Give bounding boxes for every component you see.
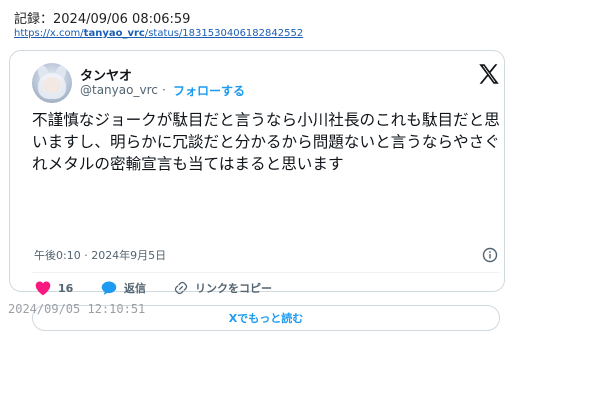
heart-icon <box>35 281 51 296</box>
url-user: tanyao_vrc <box>83 28 145 39</box>
avatar[interactable] <box>32 63 72 103</box>
handle-separator: · <box>162 83 166 97</box>
embedded-tweet-card: タンヤオ @tanyao_vrc · フォローする 不謹慎なジョークが駄目だと言… <box>9 50 505 331</box>
copy-link-button[interactable]: リンクをコピー <box>173 280 272 296</box>
follow-button[interactable]: フォローする <box>173 82 245 99</box>
speech-bubble-icon <box>101 281 117 295</box>
author-handle[interactable]: @tanyao_vrc <box>80 83 158 97</box>
avatar-face <box>43 77 61 93</box>
divider <box>32 272 500 273</box>
saved-time: 2024/09/05 12:10:51 <box>8 302 146 316</box>
author-name[interactable]: タンヤオ <box>80 65 132 84</box>
info-icon[interactable] <box>482 247 498 263</box>
x-logo-icon[interactable] <box>476 61 502 87</box>
tweet-source-link[interactable]: https://x.com/tanyao_vrc/status/18315304… <box>14 28 303 39</box>
tweet-text: 不謹慎なジョークが駄目だと言うなら小川社長のこれも駄目だと思いますし、明らかに冗… <box>32 111 500 173</box>
record-timestamp: 記録：2024/09/06 08:06:59 <box>14 12 191 27</box>
like-count: 16 <box>58 281 74 295</box>
link-icon <box>174 281 188 295</box>
url-suffix: /status/1831530406182842552 <box>144 28 304 39</box>
url-prefix: https://x.com/ <box>14 28 84 39</box>
copy-link-label: リンクをコピー <box>195 282 272 295</box>
reply-label: 返信 <box>124 282 146 295</box>
reply-button[interactable]: 返信 <box>100 280 146 296</box>
tweet-timestamp[interactable]: 午後0:10 · 2024年9月5日 <box>34 247 166 263</box>
like-button[interactable]: 16 <box>34 280 73 296</box>
